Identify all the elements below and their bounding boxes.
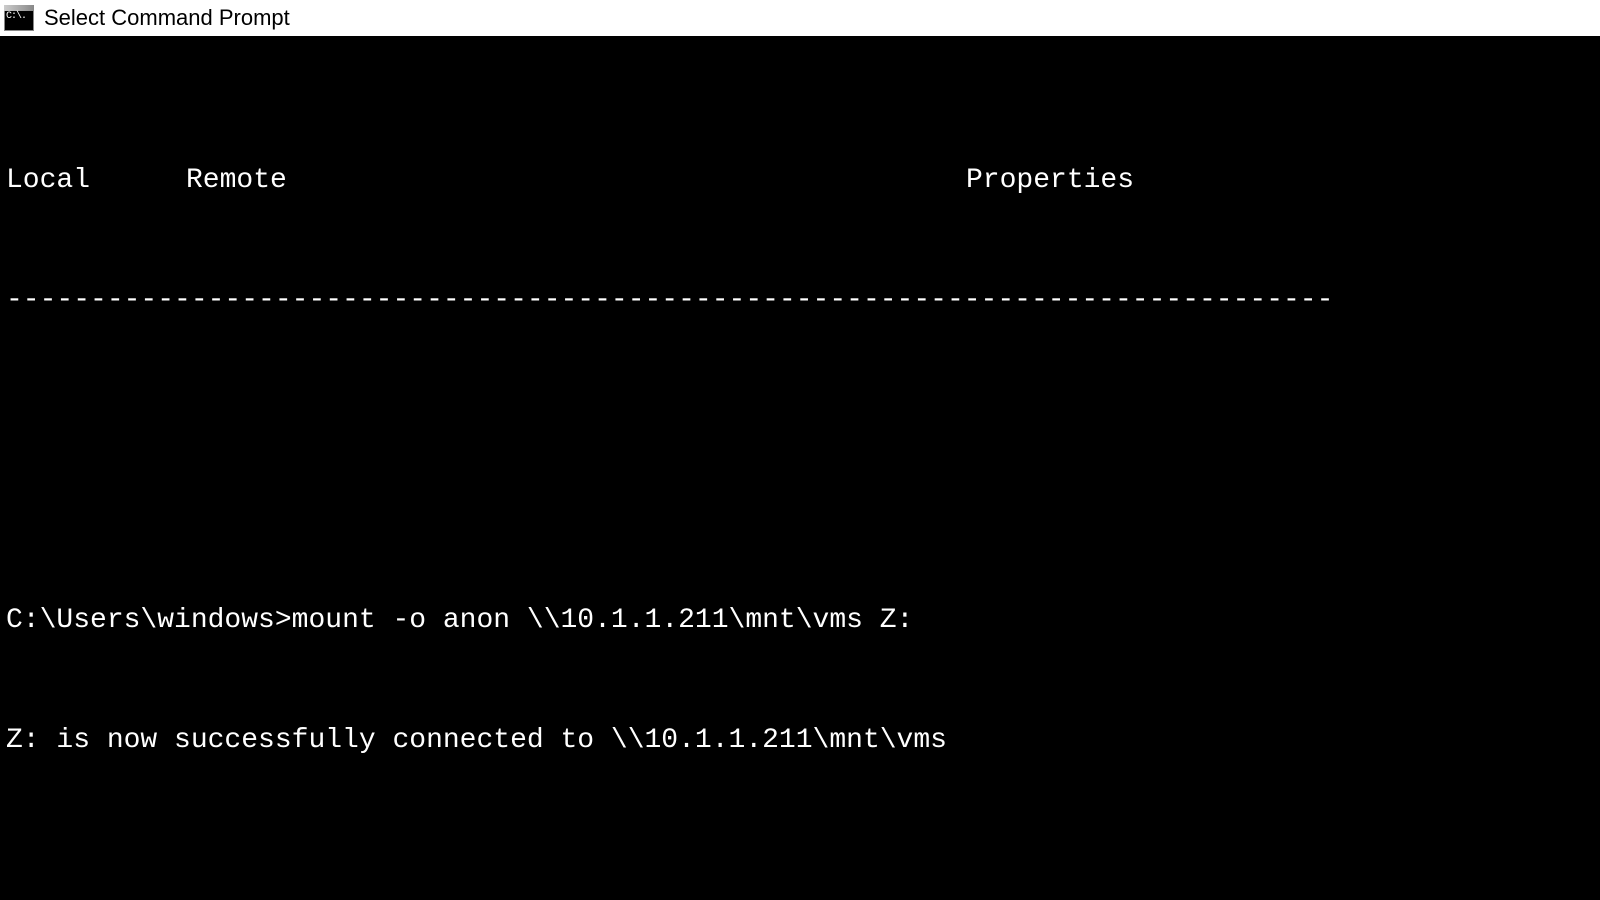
table-header: Local Remote Properties bbox=[6, 161, 1594, 201]
divider-dashes: ----------------------------------------… bbox=[6, 281, 1594, 321]
command-line-1: C:\Users\windows>mount -o anon \\10.1.1.… bbox=[6, 601, 1594, 641]
cmd-icon: C:\. bbox=[4, 5, 34, 31]
terminal-output[interactable]: Local Remote Properties ----------------… bbox=[0, 37, 1600, 900]
col-local: Local bbox=[6, 161, 186, 201]
col-remote: Remote bbox=[186, 161, 966, 201]
title-bar[interactable]: C:\. Select Command Prompt bbox=[0, 0, 1600, 37]
output-line: Z: is now successfully connected to \\10… bbox=[6, 721, 1594, 761]
col-props: Properties bbox=[966, 161, 1594, 201]
window-title: Select Command Prompt bbox=[44, 5, 290, 31]
